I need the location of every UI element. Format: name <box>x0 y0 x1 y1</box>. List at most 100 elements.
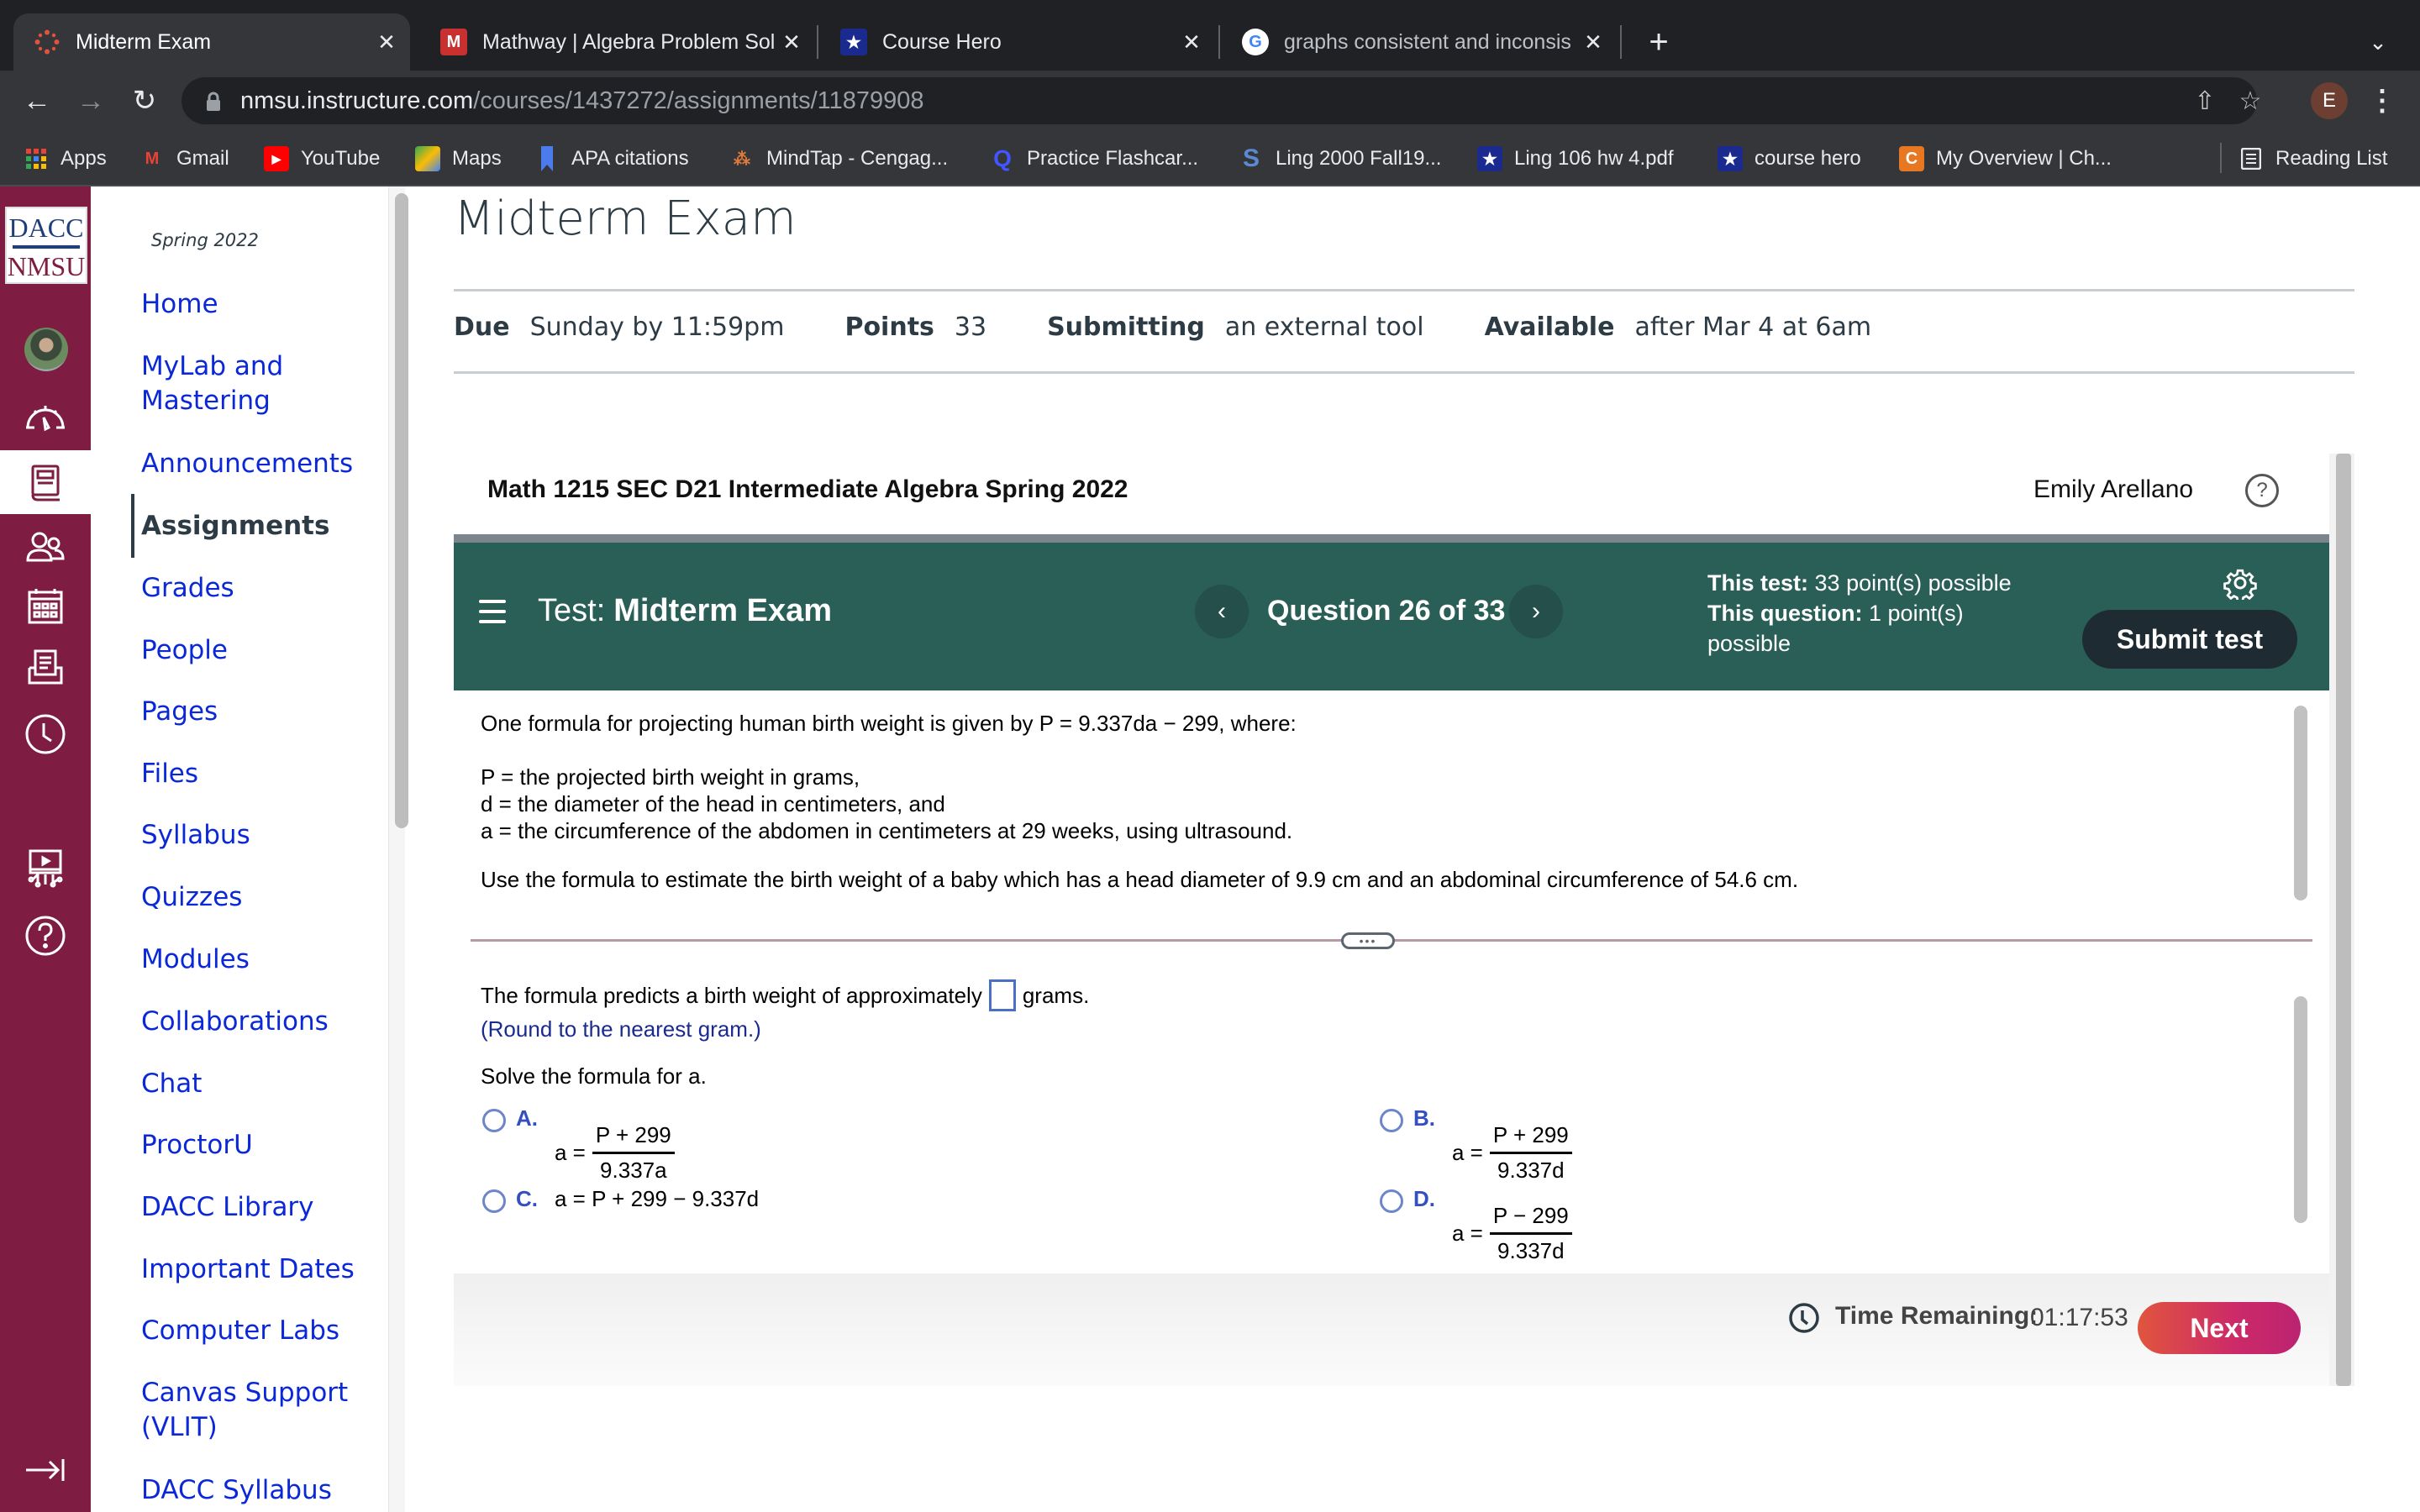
submit-test-button[interactable]: Submit test <box>2082 610 2297 669</box>
course-nav-syllabus[interactable]: Syllabus <box>141 818 385 853</box>
question-scrollbar[interactable] <box>2294 706 2307 900</box>
question-intro: One formula for projecting human birth w… <box>481 711 1297 736</box>
bookmark-my-overview[interactable]: C My Overview | Ch... <box>1899 143 2112 175</box>
close-tab-icon[interactable]: ✕ <box>370 29 403 55</box>
help-question-icon[interactable]: ? <box>2245 474 2279 507</box>
close-tab-icon[interactable]: ✕ <box>1576 29 1610 55</box>
tab-midterm-exam[interactable]: Midterm Exam ✕ <box>13 13 410 71</box>
tab-title: Mathway | Algebra Problem Sol <box>482 29 775 54</box>
settings-gear-icon[interactable] <box>2223 566 2257 603</box>
submitting-value: an external tool <box>1224 312 1424 342</box>
course-nav-dacc-syllabus[interactable]: DACC Syllabus <box>141 1473 385 1508</box>
this-test-value: 33 point(s) possible <box>1814 570 2012 596</box>
frame-scrollbar-thumb[interactable] <box>2336 454 2351 1386</box>
bookmark-course-hero[interactable]: ★ course hero <box>1718 143 1861 175</box>
bookmark-ling-2000[interactable]: S Ling 2000 Fall19... <box>1239 143 1442 175</box>
forward-button[interactable]: → <box>72 82 109 119</box>
groups-nav[interactable] <box>0 516 91 580</box>
calendar-nav[interactable] <box>0 575 91 638</box>
youtube-icon: ▶ <box>264 146 289 171</box>
collapse-nav-button[interactable] <box>0 1438 91 1502</box>
course-nav-canvas-support[interactable]: Canvas Support (VLIT) <box>141 1376 385 1445</box>
choice-a[interactable]: A. a = P + 299 9.337a <box>482 1105 675 1184</box>
account-avatar[interactable] <box>24 328 68 371</box>
course-nav-scrollbar-thumb[interactable] <box>395 193 408 828</box>
tab-mathway[interactable]: M Mathway | Algebra Problem Sol ✕ <box>420 13 815 71</box>
radio-c[interactable] <box>482 1189 506 1213</box>
courses-nav[interactable] <box>0 450 91 514</box>
bookmark-ling-106[interactable]: ★ Ling 106 hw 4.pdf <box>1477 143 1673 175</box>
fraction: P − 299 9.337d <box>1489 1203 1572 1264</box>
tab-google-search[interactable]: G graphs consistent and inconsis ✕ <box>1222 13 1617 71</box>
tab-search-chevron-icon[interactable]: ⌄ <box>2361 25 2395 59</box>
hamburger-menu-icon[interactable] <box>479 600 506 625</box>
studio-nav[interactable] <box>0 837 91 900</box>
browser-menu-icon[interactable]: ⋮ <box>2368 82 2396 119</box>
next-button[interactable]: Next <box>2138 1302 2301 1354</box>
tab-title: graphs consistent and inconsis <box>1284 29 1571 54</box>
bookmark-gmail[interactable]: M Gmail <box>139 143 229 175</box>
dashboard-nav[interactable] <box>0 385 91 449</box>
close-tab-icon[interactable]: ✕ <box>1175 29 1208 55</box>
close-tab-icon[interactable]: ✕ <box>775 29 808 55</box>
bookmark-icon <box>534 146 560 171</box>
course-nav-mylab[interactable]: MyLab and Mastering <box>141 349 385 418</box>
help-nav[interactable] <box>0 904 91 968</box>
bookmark-mindtap[interactable]: ⁂ MindTap - Cengag... <box>729 143 948 175</box>
reload-button[interactable]: ↻ <box>126 82 163 119</box>
course-nav-chat[interactable]: Chat <box>141 1067 385 1101</box>
radio-d[interactable] <box>1380 1189 1403 1213</box>
choice-d[interactable]: D. a = P − 299 9.337d <box>1380 1186 1572 1264</box>
course-nav-collaborations[interactable]: Collaborations <box>141 1005 385 1039</box>
course-nav-modules[interactable]: Modules <box>141 942 385 977</box>
share-icon[interactable]: ⇧ <box>2190 86 2220 116</box>
header-accent-bar <box>454 534 2329 543</box>
course-nav-people[interactable]: People <box>141 633 385 668</box>
time-remaining-label: Time Remaining: <box>1835 1302 2039 1330</box>
choice-b[interactable]: B. a = P + 299 9.337d <box>1380 1105 1572 1184</box>
course-nav-home[interactable]: Home <box>141 287 385 322</box>
bookmark-star-icon[interactable]: ☆ <box>2235 86 2265 116</box>
page-title: Midterm Exam <box>454 192 797 246</box>
course-nav-quizzes[interactable]: Quizzes <box>141 880 385 915</box>
pane-resize-handle[interactable]: ••• <box>1341 932 1395 949</box>
radio-b[interactable] <box>1380 1109 1403 1132</box>
new-tab-button[interactable]: + <box>1640 20 1677 64</box>
address-bar[interactable]: nmsu.instructure.com/courses/1437272/ass… <box>182 77 2261 124</box>
reading-list-button[interactable]: Reading List <box>2238 143 2387 175</box>
canvas-icon <box>34 29 60 55</box>
definition-d: d = the diameter of the head in centimet… <box>481 791 945 816</box>
course-nav-computer-labs[interactable]: Computer Labs <box>141 1314 385 1348</box>
back-button[interactable]: ← <box>18 82 55 119</box>
bookmark-apa-citations[interactable]: APA citations <box>534 143 689 175</box>
next-question-chevron-button[interactable]: › <box>1509 585 1563 638</box>
answer-prompt-after: grams. <box>1022 982 1090 1008</box>
question-task: Use the formula to estimate the birth we… <box>481 867 1799 892</box>
test-title: Midterm Exam <box>613 593 832 628</box>
institution-logo[interactable]: DACC NMSU <box>5 207 87 284</box>
course-nav-dacc-library[interactable]: DACC Library <box>141 1190 385 1225</box>
course-nav-grades[interactable]: Grades <box>141 571 385 606</box>
logo-text-nmsu: NMSU <box>7 251 86 281</box>
bookmark-apps[interactable]: Apps <box>24 143 107 175</box>
previous-question-button[interactable]: ‹ <box>1195 585 1249 638</box>
history-nav[interactable] <box>0 702 91 766</box>
bookmark-youtube[interactable]: ▶ YouTube <box>264 143 380 175</box>
profile-avatar[interactable]: E <box>2311 82 2348 119</box>
radio-a[interactable] <box>482 1109 506 1132</box>
course-nav-proctoru[interactable]: ProctorU <box>141 1128 385 1163</box>
birth-weight-input[interactable] <box>988 979 1016 1011</box>
answer-scrollbar[interactable] <box>2294 996 2307 1223</box>
course-nav-assignments[interactable]: Assignments <box>141 509 385 543</box>
course-nav-important-dates[interactable]: Important Dates <box>141 1252 385 1287</box>
studio-icon <box>28 849 63 888</box>
bookmark-practice-flashcards[interactable]: Q Practice Flashcar... <box>990 143 1198 175</box>
course-nav-pages[interactable]: Pages <box>141 695 385 729</box>
bookmark-maps[interactable]: Maps <box>415 143 502 175</box>
bookmark-label: YouTube <box>301 147 381 170</box>
choice-c[interactable]: C. a = P + 299 − 9.337d <box>482 1186 759 1213</box>
course-nav-announcements[interactable]: Announcements <box>141 447 385 481</box>
tab-course-hero[interactable]: ★ Course Hero ✕ <box>820 13 1215 71</box>
inbox-nav[interactable] <box>0 635 91 699</box>
course-nav-files[interactable]: Files <box>141 757 385 791</box>
